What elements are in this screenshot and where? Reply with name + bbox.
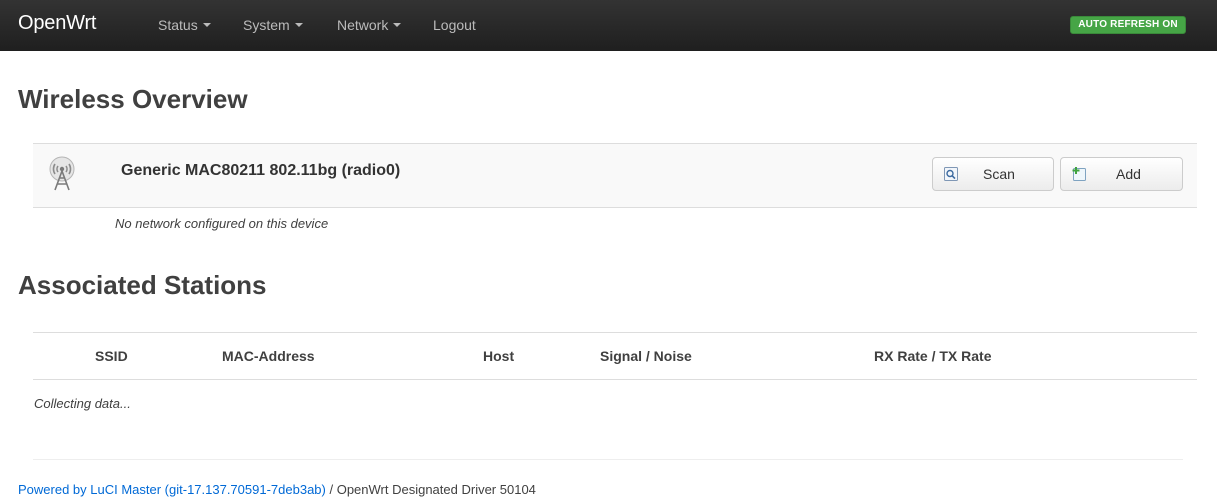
auto-refresh-badge[interactable]: AUTO REFRESH ON [1070, 16, 1186, 34]
column-host: Host [483, 348, 515, 364]
collecting-data-status: Collecting data... [34, 396, 131, 411]
menu-network-label: Network [337, 17, 389, 33]
add-button[interactable]: Add [1060, 157, 1183, 191]
menu-system-label: System [243, 17, 290, 33]
radio-device-row: Generic MAC80211 802.11bg (radio0) Scan … [33, 143, 1197, 208]
menu-logout[interactable]: Logout [433, 17, 476, 33]
add-icon [1072, 167, 1086, 181]
footer: Powered by LuCI Master (git-17.137.70591… [18, 482, 536, 497]
openwrt-version: OpenWrt Designated Driver 50104 [336, 482, 536, 497]
footer-divider [33, 459, 1183, 460]
scan-button[interactable]: Scan [932, 157, 1054, 191]
menu-status[interactable]: Status [158, 17, 211, 33]
footer-separator: / [325, 482, 337, 497]
chevron-down-icon [202, 23, 211, 28]
associated-stations-title: Associated Stations [18, 270, 267, 300]
chevron-down-icon [294, 23, 303, 28]
menu-system[interactable]: System [243, 17, 303, 33]
column-signal-noise: Signal / Noise [600, 348, 692, 364]
top-navbar: OpenWrt Status System Network Logout AUT… [0, 0, 1217, 51]
column-mac-address: MAC-Address [222, 348, 315, 364]
column-rx-tx-rate: RX Rate / TX Rate [874, 348, 992, 364]
column-ssid: SSID [95, 348, 128, 364]
menu-logout-label: Logout [433, 17, 476, 33]
add-button-label: Add [1116, 166, 1141, 182]
menu-network[interactable]: Network [337, 17, 402, 33]
magnifier-icon [944, 167, 958, 181]
radio-device-name: Generic MAC80211 802.11bg (radio0) [121, 162, 401, 179]
wifi-antenna-icon [49, 156, 75, 191]
stations-table-header: SSID MAC-Address Host Signal / Noise RX … [33, 332, 1197, 380]
chevron-down-icon [393, 23, 402, 28]
wireless-overview-title: Wireless Overview [18, 84, 248, 114]
brand-logo[interactable]: OpenWrt [18, 12, 96, 35]
luci-version-link[interactable]: Powered by LuCI Master (git-17.137.70591… [18, 482, 326, 497]
scan-button-label: Scan [983, 166, 1015, 182]
menu-status-label: Status [158, 17, 198, 33]
no-network-message: No network configured on this device [115, 216, 329, 231]
